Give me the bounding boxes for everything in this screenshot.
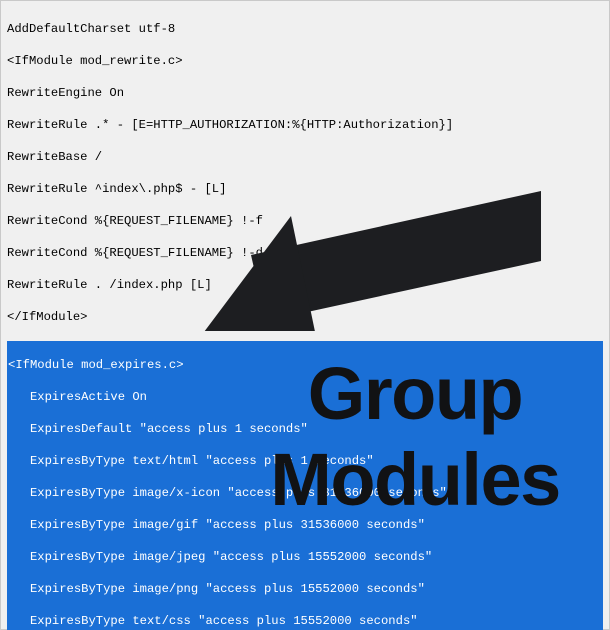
code-line: RewriteRule . /index.php [L] [7, 277, 603, 293]
code-line: ExpiresByType text/css "access plus 1555… [7, 613, 603, 629]
code-block[interactable]: AddDefaultCharset utf-8 <IfModule mod_re… [7, 5, 603, 630]
code-line: ExpiresByType image/x-icon "access plus … [7, 485, 603, 501]
code-line: RewriteRule .* - [E=HTTP_AUTHORIZATION:%… [7, 117, 603, 133]
code-line: RewriteCond %{REQUEST_FILENAME} !-f [7, 213, 603, 229]
code-line: RewriteCond %{REQUEST_FILENAME} !-d [7, 245, 603, 261]
code-line: <IfModule mod_expires.c> [7, 357, 603, 373]
code-line: ExpiresActive On [7, 389, 603, 405]
code-line: AddDefaultCharset utf-8 [7, 21, 603, 37]
code-line: RewriteRule ^index\.php$ - [L] [7, 181, 603, 197]
code-line: ExpiresByType text/html "access plus 1 s… [7, 453, 603, 469]
code-line: <IfModule mod_rewrite.c> [7, 53, 603, 69]
editor-page: AddDefaultCharset utf-8 <IfModule mod_re… [0, 0, 610, 630]
code-line: ExpiresDefault "access plus 1 seconds" [7, 421, 603, 437]
code-line: RewriteEngine On [7, 85, 603, 101]
code-line: ExpiresByType image/jpeg "access plus 15… [7, 549, 603, 565]
code-line: ExpiresByType image/png "access plus 155… [7, 581, 603, 597]
selection-block-mod-expires: <IfModule mod_expires.c> ExpiresActive O… [7, 341, 603, 630]
code-line: ExpiresByType image/gif "access plus 315… [7, 517, 603, 533]
code-line: RewriteBase / [7, 149, 603, 165]
code-line: </IfModule> [7, 309, 603, 325]
